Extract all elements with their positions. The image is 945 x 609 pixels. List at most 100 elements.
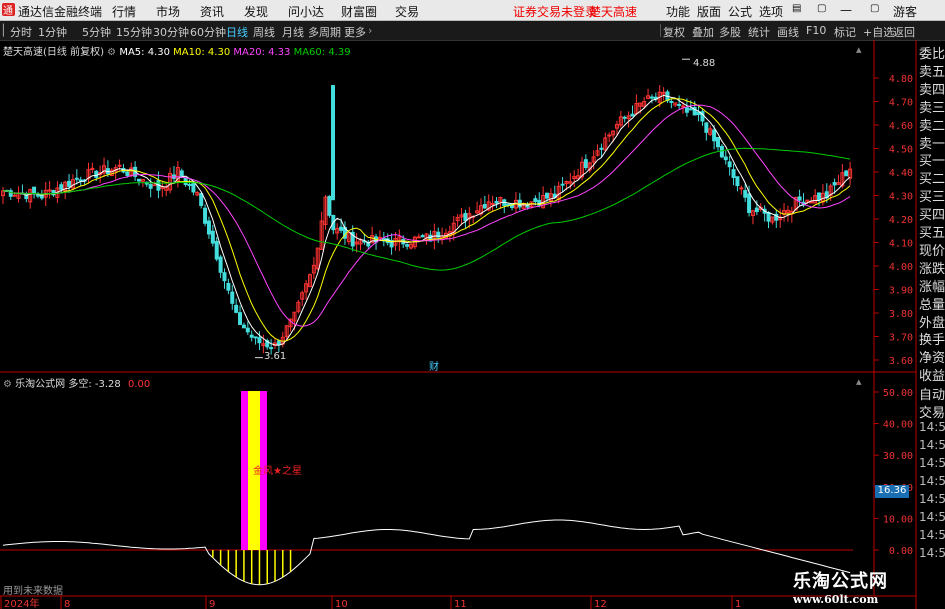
candle-body <box>420 235 425 238</box>
btn-tongji[interactable]: 统计 <box>748 24 770 40</box>
kline-chart-area[interactable]: 4.80 4.70 4.60 4.50 4.40 4.30 4.20 4.10 4.00 3.90… <box>0 40 945 609</box>
menu-item-banmian[interactable]: 版面 <box>697 3 721 20</box>
collapse-icon[interactable]: ▴ <box>856 43 862 56</box>
menu-item-hangqing[interactable]: 行情 <box>112 3 136 20</box>
trade-time-9: 14:56 <box>919 546 945 560</box>
side-label-2: 卖四 <box>919 82 945 98</box>
future-data-note: 用到未来数据 <box>3 586 63 597</box>
candle-body <box>583 159 588 169</box>
btn-add-watchlist[interactable]: +自选 <box>863 24 894 40</box>
tab-5min[interactable]: 5分钟 <box>82 24 111 40</box>
window-menu-icon[interactable]: ▤ <box>792 3 801 14</box>
trade-time-6: 14:56 <box>919 492 945 506</box>
price-tick-label: 3.80 <box>889 309 913 320</box>
sub-indicator-series <box>2 391 851 586</box>
menu-item-xuanxiang[interactable]: 选项 <box>759 3 783 20</box>
sub-current-value-badge: 16.36 <box>875 485 909 498</box>
menu-item-gongneng[interactable]: 功能 <box>666 3 690 20</box>
menu-item-wenxiaoda[interactable]: 问小达 <box>288 3 324 20</box>
candle-body <box>137 178 142 182</box>
side-label-1: 卖五 <box>919 64 945 80</box>
tab-60min[interactable]: 60分钟 <box>190 24 226 40</box>
ma20-label: MA20: 4.33 <box>233 47 291 58</box>
candle-body <box>684 107 689 113</box>
candle-body <box>67 180 72 187</box>
tab-fenshi[interactable]: 分时 <box>10 24 32 40</box>
price-tick-label: 4.30 <box>889 192 913 203</box>
side-label-18: 收益 <box>919 369 945 385</box>
candlestick-series <box>1 58 853 359</box>
candle-body <box>832 182 837 186</box>
btn-fuquan[interactable]: 复权 <box>663 24 685 40</box>
side-label-7: 买二 <box>919 172 945 188</box>
chart-stock-title: 楚天高速 <box>3 47 43 58</box>
candle-body <box>226 282 231 291</box>
btn-huaxian[interactable]: 画线 <box>777 24 799 40</box>
oscillator-line <box>2 519 851 586</box>
candle-body <box>727 161 732 168</box>
menu-item-jiaoyi[interactable]: 交易 <box>395 3 419 20</box>
trade-time-1: 交易 <box>919 406 945 421</box>
candle-body <box>533 198 538 203</box>
menu-item-caifuquan[interactable]: 财富圈 <box>341 3 377 20</box>
ma5-label: MA5: 4.30 <box>119 47 170 58</box>
tab-multi-period[interactable]: 多周期 <box>308 24 341 40</box>
price-tick-label: 4.10 <box>889 239 913 250</box>
candle-body <box>74 177 79 180</box>
candle-body <box>148 184 153 189</box>
time-tick-label: 11 <box>454 599 467 609</box>
side-label-13: 涨幅 <box>919 279 945 295</box>
sub-settings-gear-icon[interactable]: ⚙ <box>3 379 12 390</box>
tab-15min[interactable]: 15分钟 <box>116 24 152 40</box>
candle-body <box>494 200 499 204</box>
time-tick-label: 10 <box>335 599 348 609</box>
candle-body <box>257 337 262 344</box>
candle-body <box>339 226 344 231</box>
login-warning[interactable]: 证券交易未登录 <box>513 3 597 20</box>
candle-body <box>622 116 627 119</box>
tab-weekly[interactable]: 周线 <box>253 24 275 40</box>
minimize-icon[interactable]: — <box>840 3 852 17</box>
menu-item-faxian[interactable]: 发现 <box>244 3 268 20</box>
tab-1min[interactable]: 1分钟 <box>38 24 67 40</box>
tab-30min[interactable]: 30分钟 <box>153 24 189 40</box>
sub-collapse-icon[interactable]: ▴ <box>856 375 862 388</box>
trade-time-5: 14:56 <box>919 474 945 488</box>
guest-button[interactable]: 游客 <box>893 3 917 20</box>
candle-body <box>35 194 40 197</box>
trade-time-2: 14:56 <box>919 420 945 434</box>
candle-body <box>809 201 814 204</box>
side-label-15: 外盘 <box>919 315 945 331</box>
price-tick-label: 4.40 <box>889 168 913 179</box>
side-label-8: 买三 <box>919 190 945 206</box>
watermark-logo: 乐淘公式网 www.60lt.com <box>793 567 943 607</box>
candle-body <box>234 304 239 313</box>
sub-tick-label: 0.00 <box>889 546 913 557</box>
menu-item-gongshi[interactable]: 公式 <box>728 3 752 20</box>
sub-chart-legend: ⚙ 乐淘公式网 多空: -3.28 0.00 <box>3 375 150 390</box>
candle-body <box>269 347 274 350</box>
candle-body <box>463 212 468 221</box>
candle-body <box>817 192 822 201</box>
maximize-icon[interactable]: ▢ <box>870 3 879 14</box>
tab-daily[interactable]: 日线 <box>226 24 248 40</box>
menu-item-zixun[interactable]: 资讯 <box>200 3 224 20</box>
price-tick-label: 3.90 <box>889 286 913 297</box>
btn-diejia[interactable]: 叠加 <box>692 24 714 40</box>
moving-average-lines <box>2 94 851 346</box>
watermark-title: 乐淘公式网 <box>793 571 888 592</box>
candle-body <box>704 122 709 133</box>
finance-event-marker[interactable]: 财 <box>429 358 439 373</box>
tab-more[interactable]: 更多 <box>344 24 366 40</box>
tab-monthly[interactable]: 月线 <box>282 24 304 40</box>
btn-biaoji[interactable]: 标记 <box>834 24 856 40</box>
dropdown-icon[interactable]: ▢ <box>817 3 826 14</box>
candle-body <box>735 176 740 187</box>
price-tick-label: 4.20 <box>889 215 913 226</box>
trade-time-8: 14:56 <box>919 528 945 542</box>
btn-duogu[interactable]: 多股 <box>719 24 741 40</box>
menu-item-shichang[interactable]: 市场 <box>156 3 180 20</box>
btn-f10[interactable]: F10 <box>806 24 826 37</box>
settings-gear-icon[interactable]: ⚙ <box>107 47 116 58</box>
btn-back[interactable]: 返回 <box>893 24 915 40</box>
